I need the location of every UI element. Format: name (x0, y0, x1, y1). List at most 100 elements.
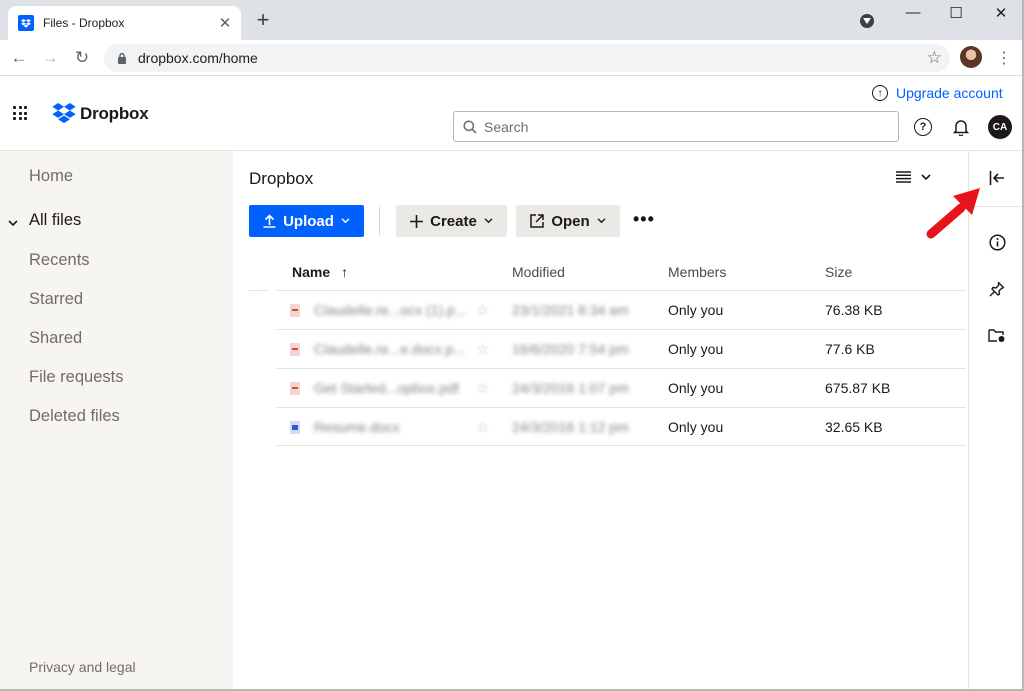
more-actions-button[interactable]: ••• (633, 209, 655, 230)
breadcrumb[interactable]: Dropbox (249, 169, 313, 189)
help-icon[interactable]: ? (914, 118, 932, 136)
file-size: 32.65 KB (825, 419, 883, 435)
upgrade-account-link[interactable]: ↑ Upgrade account (872, 85, 1003, 101)
file-members: Only you (668, 302, 724, 318)
search-icon (463, 119, 477, 134)
tab-title: Files - Dropbox (43, 16, 125, 30)
docx-file-icon (290, 421, 300, 434)
privacy-legal-link[interactable]: Privacy and legal (29, 659, 136, 675)
reload-icon[interactable]: ↻ (72, 48, 92, 68)
back-arrow-icon[interactable]: ← (9, 48, 29, 68)
annotation-arrow-icon (926, 188, 980, 239)
app-grid-icon[interactable] (13, 106, 27, 120)
upload-label: Upload (283, 212, 334, 230)
plus-icon (410, 214, 424, 228)
sidebar-item-all-files[interactable]: All files (29, 211, 81, 230)
sidebar-item-shared[interactable]: Shared (29, 329, 82, 348)
column-name-label: Name (292, 264, 331, 280)
column-name[interactable]: Name ↑ (292, 264, 348, 280)
main-content: Dropbox Upload Create Open ••• Name ↑ Mo… (233, 151, 968, 691)
file-members: Only you (668, 380, 724, 396)
star-icon[interactable]: ☆ (476, 379, 489, 397)
open-button[interactable]: Open (516, 205, 620, 237)
file-name: Claudelle.re...ocx (1).p... (314, 302, 467, 318)
pdf-file-icon (290, 304, 300, 317)
chevron-down-icon (597, 218, 606, 224)
file-name: Resume.docx (314, 419, 400, 435)
sidebar: Home All files Recents Starred Shared Fi… (0, 151, 233, 691)
column-size[interactable]: Size (825, 264, 852, 280)
star-icon[interactable]: ☆ (476, 301, 489, 319)
dropbox-logo-icon (52, 103, 76, 124)
collapse-panel-icon[interactable] (987, 168, 1007, 188)
sidebar-item-starred[interactable]: Starred (29, 290, 83, 309)
tab-close-icon[interactable]: ✕ (217, 15, 233, 32)
file-members: Only you (668, 419, 724, 435)
folder-settings-icon[interactable] (987, 325, 1007, 345)
chevron-down-icon (341, 218, 350, 224)
browser-toolbar: ← → ↻ dropbox.com/home ☆ (0, 40, 1024, 76)
table-row[interactable]: Get Started...opbox.pdf ☆ 24/3/2016 1:07… (276, 368, 966, 407)
dropbox-logo[interactable]: Dropbox (52, 103, 149, 124)
browser-profile-avatar[interactable] (960, 46, 982, 68)
column-modified[interactable]: Modified (512, 264, 565, 280)
sidebar-item-file-requests[interactable]: File requests (29, 368, 123, 387)
create-button[interactable]: Create (396, 205, 507, 237)
table-row[interactable]: Resume.docx ☆ 24/3/2016 1:12 pm Only you… (276, 407, 966, 446)
browser-menu-icon[interactable]: ⋮ (996, 48, 1012, 68)
table-row[interactable]: Claudelle.re...ocx (1).p... ☆ 23/1/2021 … (276, 290, 966, 329)
file-size: 76.38 KB (825, 302, 883, 318)
file-modified: 16/6/2020 7:54 pm (512, 341, 629, 357)
file-modified: 24/3/2016 1:12 pm (512, 419, 629, 435)
sidebar-item-deleted-files[interactable]: Deleted files (29, 407, 120, 426)
file-members: Only you (668, 341, 724, 357)
create-label: Create (430, 212, 477, 230)
file-name: Claudelle.re...e.docx.p... (314, 341, 465, 357)
browser-tab[interactable]: Files - Dropbox ✕ (8, 6, 241, 40)
close-window-button[interactable]: ✕ (991, 4, 1011, 22)
star-icon[interactable]: ☆ (476, 340, 489, 358)
forward-arrow-icon[interactable]: → (40, 48, 60, 68)
upload-button[interactable]: Upload (249, 205, 364, 237)
chevron-down-icon (921, 173, 931, 180)
info-icon[interactable] (987, 232, 1007, 252)
pdf-file-icon (290, 343, 300, 356)
maximize-button[interactable]: ☐ (946, 4, 966, 22)
upgrade-arrow-icon: ↑ (872, 85, 888, 101)
list-view-icon (896, 171, 911, 183)
notifications-bell-icon[interactable] (952, 118, 970, 136)
chevron-down-icon[interactable] (8, 216, 18, 230)
view-toggle-button[interactable] (896, 171, 931, 183)
column-members[interactable]: Members (668, 264, 726, 280)
table-row[interactable]: Claudelle.re...e.docx.p... ☆ 16/6/2020 7… (276, 329, 966, 368)
pdf-file-icon (290, 382, 300, 395)
chrome-profile-icon[interactable] (860, 14, 874, 28)
app-header: Dropbox ↑ Upgrade account Search ? CA (0, 76, 1024, 151)
search-input[interactable]: Search (453, 111, 899, 142)
upload-icon (263, 214, 276, 228)
lock-icon (116, 52, 128, 64)
dropbox-favicon-icon (18, 15, 34, 31)
file-modified: 24/3/2016 1:07 pm (512, 380, 629, 396)
open-label: Open (551, 212, 590, 230)
account-avatar[interactable]: CA (988, 115, 1012, 139)
external-link-icon (530, 214, 545, 228)
table-header: Name ↑ Modified Members Size (276, 256, 966, 290)
bookmark-star-icon[interactable]: ☆ (927, 48, 942, 68)
sidebar-item-home[interactable]: Home (29, 167, 73, 186)
sidebar-item-recents[interactable]: Recents (29, 251, 90, 270)
url-text: dropbox.com/home (138, 50, 258, 66)
address-bar[interactable]: dropbox.com/home ☆ (104, 44, 950, 72)
browser-tab-bar: Files - Dropbox ✕ + — ☐ ✕ (0, 0, 1024, 40)
logo-text: Dropbox (80, 103, 149, 123)
file-size: 77.6 KB (825, 341, 875, 357)
new-tab-button[interactable]: + (253, 9, 273, 31)
file-size: 675.87 KB (825, 380, 891, 396)
pin-icon[interactable] (987, 279, 1007, 299)
minimize-button[interactable]: — (903, 4, 923, 22)
star-icon[interactable]: ☆ (476, 418, 489, 436)
search-placeholder: Search (484, 118, 529, 135)
header-divider (249, 290, 269, 291)
sort-arrow-up-icon: ↑ (341, 264, 349, 280)
toolbar-divider (379, 207, 380, 235)
